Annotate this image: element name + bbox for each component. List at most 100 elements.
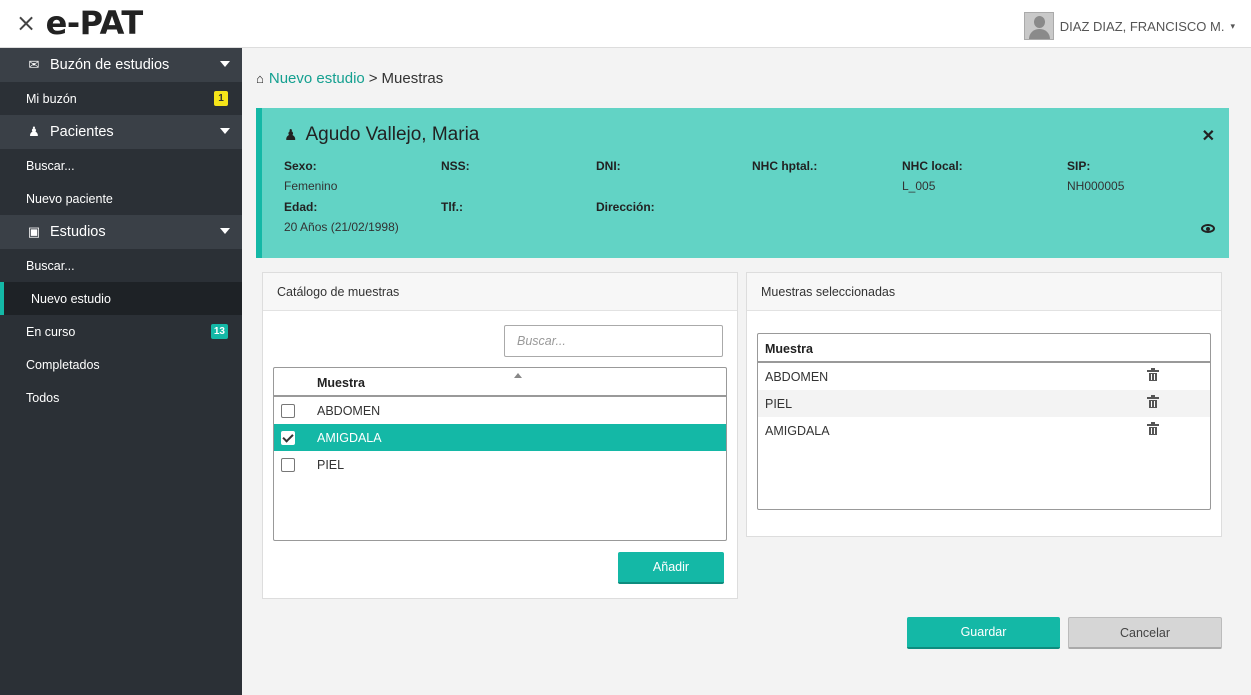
breadcrumb: ⌂ Nuevo estudio > Muestras <box>256 70 443 87</box>
sidebar-item-label: En curso <box>26 324 76 339</box>
field-edad: Edad: 20 Años (21/02/1998) <box>284 200 399 234</box>
trash-icon[interactable] <box>1147 395 1159 408</box>
table-header: Muestra <box>758 334 1210 363</box>
close-icon[interactable]: × <box>16 9 36 37</box>
row-label: AMIGDALA <box>317 431 382 445</box>
chevron-down-icon <box>220 128 230 134</box>
trash-icon[interactable] <box>1147 422 1159 435</box>
avatar <box>1023 12 1054 40</box>
breadcrumb-link[interactable]: Nuevo estudio <box>269 70 365 87</box>
sidebar-item-label: Nuevo paciente <box>26 191 113 206</box>
table-row[interactable]: ABDOMEN <box>274 397 726 424</box>
sort-icon[interactable] <box>514 373 522 378</box>
table-row: AMIGDALA <box>758 417 1210 444</box>
row-checkbox[interactable] <box>281 431 295 445</box>
user-menu[interactable]: DIAZ DIAZ, FRANCISCO M. ▾ <box>1023 12 1235 40</box>
row-label: ABDOMEN <box>765 370 829 384</box>
sidebar-section-label: Buzón de estudios <box>50 57 170 73</box>
sidebar-item-label: Nuevo estudio <box>31 291 111 306</box>
chevron-down-icon <box>220 228 230 234</box>
sidebar-item-buscar-pacientes[interactable]: Buscar... <box>0 149 242 182</box>
row-checkbox[interactable] <box>281 404 295 418</box>
cancel-button[interactable]: Cancelar <box>1068 617 1222 649</box>
column-header-muestra[interactable]: Muestra <box>317 376 365 390</box>
sidebar-item-label: Buscar... <box>26 158 75 173</box>
sidebar-item-nuevo-estudio[interactable]: Nuevo estudio <box>0 282 242 315</box>
row-label: PIEL <box>765 397 793 411</box>
selected-table: Muestra ABDOMEN PIEL AMIGDALA <box>757 333 1211 510</box>
top-bar: × e-PAT DIAZ DIAZ, FRANCISCO M. ▾ <box>0 0 1251 48</box>
catalog-panel: Catálogo de muestras Muestra ABDOMEN AMI… <box>262 272 738 599</box>
column-header-muestra: Muestra <box>765 342 813 356</box>
chevron-down-icon <box>220 61 230 67</box>
field-tlf: Tlf.: <box>441 200 463 220</box>
field-value: Femenino <box>284 179 338 193</box>
logo-text: e-PAT <box>45 4 144 42</box>
field-label: NSS: <box>441 159 470 173</box>
sidebar-item-mi-buzon[interactable]: Mi buzón 1 <box>0 82 242 115</box>
row-label: ABDOMEN <box>317 404 381 418</box>
field-nhc-local: NHC local: L_005 <box>902 159 963 193</box>
table-row: ABDOMEN <box>758 363 1210 390</box>
table-row[interactable]: PIEL <box>274 451 726 478</box>
field-label: Tlf.: <box>441 200 463 214</box>
panel-title: Muestras seleccionadas <box>747 273 1221 311</box>
field-label: NHC hptal.: <box>752 159 818 173</box>
sidebar-item-label: Buscar... <box>26 258 75 273</box>
trash-icon[interactable] <box>1147 368 1159 381</box>
row-checkbox[interactable] <box>281 458 295 472</box>
field-dni: DNI: <box>596 159 621 179</box>
envelope-icon: ✉ <box>28 57 40 72</box>
sidebar-item-nuevo-paciente[interactable]: Nuevo paciente <box>0 182 242 215</box>
row-label: AMIGDALA <box>765 424 830 438</box>
row-label: PIEL <box>317 458 345 472</box>
sidebar-section-estudios[interactable]: ▣ Estudios <box>0 215 242 249</box>
sidebar-item-label: Completados <box>26 357 100 372</box>
count-badge: 13 <box>210 324 228 339</box>
sidebar-item-label: Todos <box>26 390 60 405</box>
field-label: NHC local: <box>902 159 963 173</box>
field-value: NH000005 <box>1067 179 1125 193</box>
search-input[interactable] <box>504 325 723 357</box>
field-value: 20 Años (21/02/1998) <box>284 220 399 234</box>
sidebar-item-completados[interactable]: Completados <box>0 348 242 381</box>
home-icon[interactable]: ⌂ <box>256 71 264 86</box>
app-logo[interactable]: × e-PAT <box>16 4 143 42</box>
field-sexo: Sexo: Femenino <box>284 159 337 193</box>
patient-name: ♟ Agudo Vallejo, Maria <box>284 124 479 146</box>
user-name: DIAZ DIAZ, FRANCISCO M. <box>1059 18 1225 34</box>
person-icon: ♟ <box>28 124 40 139</box>
panel-title: Catálogo de muestras <box>263 273 737 311</box>
field-label: Sexo: <box>284 159 317 173</box>
sidebar-item-todos[interactable]: Todos <box>0 381 242 414</box>
catalog-table: Muestra ABDOMEN AMIGDALA PIEL <box>273 367 727 541</box>
close-icon[interactable]: ✕ <box>1202 126 1215 146</box>
person-icon: ♟ <box>284 127 298 144</box>
field-label: DNI: <box>596 159 621 173</box>
patient-name-text: Agudo Vallejo, Maria <box>305 124 480 145</box>
field-sip: SIP: NH000005 <box>1067 159 1124 193</box>
field-nhc-hptal: NHC hptal.: <box>752 159 817 179</box>
sidebar-section-pacientes[interactable]: ♟ Pacientes <box>0 115 242 149</box>
sidebar: ✉ Buzón de estudios Mi buzón 1 ♟ Pacient… <box>0 48 242 695</box>
count-badge: 1 <box>214 91 228 106</box>
sidebar-section-label: Pacientes <box>50 124 114 140</box>
chevron-down-icon: ▾ <box>1230 20 1235 31</box>
eye-icon[interactable] <box>1201 224 1215 233</box>
folder-icon: ▣ <box>27 224 41 239</box>
sidebar-section-buzon[interactable]: ✉ Buzón de estudios <box>0 48 242 82</box>
sidebar-item-en-curso[interactable]: En curso 13 <box>0 315 242 348</box>
sidebar-section-label: Estudios <box>50 224 106 240</box>
table-row[interactable]: AMIGDALA <box>274 424 726 451</box>
add-button[interactable]: Añadir <box>618 552 724 584</box>
field-label: SIP: <box>1067 159 1091 173</box>
field-label: Dirección: <box>596 200 655 214</box>
save-button[interactable]: Guardar <box>907 617 1060 649</box>
sidebar-item-label: Mi buzón <box>26 91 77 106</box>
patient-card: ♟ Agudo Vallejo, Maria ✕ Sexo: Femenino … <box>256 108 1229 258</box>
table-row: PIEL <box>758 390 1210 417</box>
sidebar-item-buscar-estudios[interactable]: Buscar... <box>0 249 242 282</box>
breadcrumb-separator: > <box>368 70 378 87</box>
selected-panel: Muestras seleccionadas Muestra ABDOMEN P… <box>746 272 1222 537</box>
breadcrumb-current: Muestras <box>381 70 444 87</box>
